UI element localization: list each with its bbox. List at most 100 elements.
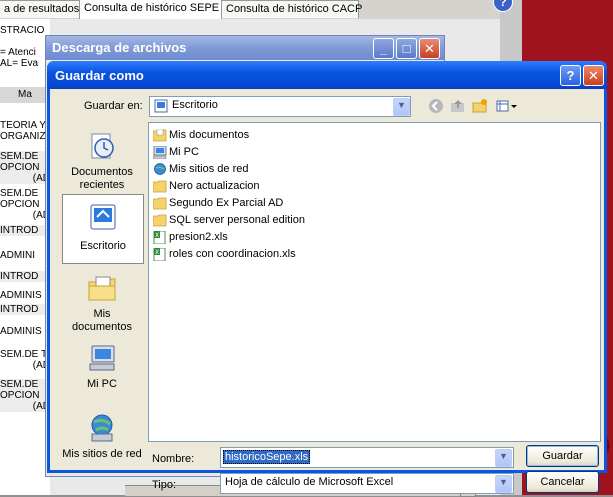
cancel-button[interactable]: Cancelar [526, 471, 599, 493]
download-close-button[interactable]: ✕ [419, 38, 440, 59]
computer-icon [153, 146, 167, 159]
table-cell: INTROD [0, 304, 50, 315]
table-cell: STRACIO [0, 25, 45, 36]
desktop-small-icon [154, 99, 168, 113]
file-name: Mis documentos [169, 129, 250, 141]
save-in-label: Guardar en: [84, 100, 143, 112]
place-network-places[interactable]: Mis sitios de red [62, 406, 142, 474]
tab-historico-cacp[interactable]: Consulta de histórico CACP [221, 0, 362, 18]
file-name: Nero actualizacion [169, 180, 260, 192]
file-type-value: Hoja de cálculo de Microsoft Excel [225, 476, 394, 488]
chevron-down-icon: ▼ [397, 100, 406, 110]
background-table-column: STRACIO = Atenci AL= Eva Ma TEORIA Y ORG… [0, 19, 50, 495]
close-icon: ✕ [588, 68, 599, 83]
desktop-icon [90, 204, 116, 230]
close-button[interactable]: ✕ [583, 65, 604, 86]
file-name: Mis sitios de red [169, 163, 249, 175]
save-in-dropdown-arrow[interactable]: ▼ [393, 98, 410, 116]
folder-icon [153, 214, 167, 227]
minimize-button[interactable]: _ [373, 38, 394, 59]
table-cell: OPCION [0, 199, 40, 210]
folder-icon [153, 180, 167, 193]
chevron-down-icon: ▼ [499, 477, 508, 487]
places-bar: Documentos recientes Escritorio Mis docu… [58, 122, 144, 467]
save-as-titlebar[interactable]: Guardar como ? ✕ [47, 61, 607, 89]
table-cell: INTROD [0, 271, 50, 282]
place-label: Mi PC [87, 378, 117, 390]
close-icon: ✕ [424, 41, 435, 56]
table-cell: TEORIA Y [0, 120, 46, 131]
table-cell: (AD [32, 210, 50, 221]
save-button[interactable]: Guardar [526, 445, 599, 467]
my-documents-icon [88, 276, 116, 301]
chevron-down-icon: ▼ [499, 451, 508, 461]
maximize-button[interactable]: □ [396, 38, 417, 59]
save-in-value: Escritorio [172, 99, 218, 111]
place-desktop[interactable]: Escritorio [62, 194, 144, 264]
table-cell: ORGANIZ [0, 131, 46, 142]
file-type-dropdown-arrow[interactable]: ▼ [495, 475, 512, 493]
filename-dropdown-arrow[interactable]: ▼ [495, 449, 512, 467]
up-folder-icon[interactable] [450, 98, 466, 114]
table-cell: OPCION [0, 390, 50, 401]
background-tab-bar: a de resultados Consulta de histórico SE… [0, 0, 500, 19]
table-cell: (AD [0, 401, 50, 412]
table-cell: INTROD [0, 225, 50, 236]
minimize-icon: _ [379, 41, 388, 56]
svg-text:X: X [155, 232, 159, 239]
save-as-dialog: Guardar como ? ✕ Guardar en: Escritorio … [47, 61, 607, 494]
help-icon: ? [566, 68, 575, 83]
tab-resultados[interactable]: a de resultados [0, 0, 81, 18]
new-folder-icon[interactable] [472, 98, 488, 114]
folder-icon [153, 197, 167, 210]
view-menu-icon[interactable] [496, 98, 518, 114]
excel-file-icon: X [153, 231, 166, 244]
help-button[interactable]: ? [560, 65, 581, 86]
folder-icon [153, 129, 167, 142]
back-icon[interactable] [428, 98, 444, 114]
file-list[interactable]: Mis documentos Mi PC Mis sitios de red N… [148, 122, 601, 442]
dialog-body: Guardar en: Escritorio ▼ Documentos reci… [50, 89, 604, 494]
table-cell: ADMINIS [0, 326, 42, 337]
filename-field[interactable]: historicoSepe.xls ▼ [220, 447, 514, 468]
download-window-title: Descarga de archivos [52, 40, 187, 55]
place-my-documents[interactable]: Mis documentos [62, 266, 142, 334]
table-cell: SEM.DE T [0, 349, 48, 360]
file-name: Mi PC [169, 146, 199, 158]
place-label: Documentos recientes [71, 166, 133, 191]
download-window-titlebar[interactable]: Descarga de archivos _ □ ✕ [46, 36, 444, 60]
network-places-icon [91, 414, 113, 442]
excel-file-icon: X [153, 248, 166, 261]
recent-documents-icon [91, 133, 114, 159]
save-in-dropdown[interactable]: Escritorio ▼ [149, 96, 411, 117]
table-cell: = Atenci [0, 47, 36, 58]
filename-label: Nombre: [152, 453, 195, 465]
table-cell: (AD [0, 173, 50, 184]
file-name: presion2.xls [169, 231, 228, 243]
place-my-computer[interactable]: Mi PC [62, 336, 142, 404]
file-name: SQL server personal edition [169, 214, 305, 226]
file-name: roles con coordinacion.xls [169, 248, 296, 260]
file-name: Segundo Ex Parcial AD [169, 197, 284, 209]
filename-value: historicoSepe.xls [223, 450, 311, 464]
table-cell: AL= Eva [0, 58, 39, 69]
place-recent-documents[interactable]: Documentos recientes [62, 124, 142, 192]
file-type-dropdown[interactable]: Hoja de cálculo de Microsoft Excel ▼ [220, 473, 514, 494]
table-cell: SEM.DE [0, 379, 50, 390]
my-computer-icon [89, 345, 115, 371]
place-label: Escritorio [80, 240, 126, 252]
tab-historico-sepe[interactable]: Consulta de histórico SEPE [79, 0, 222, 19]
table-cell: ADMINI [0, 250, 35, 261]
table-cell: SEM.DE [0, 151, 50, 162]
maximize-icon: □ [402, 41, 411, 56]
file-type-label: Tipo: [152, 479, 177, 491]
table-cell: (AD [32, 360, 50, 371]
table-cell: SEM.DE [0, 188, 39, 199]
network-icon [154, 163, 166, 175]
table-cell: OPCION [0, 162, 50, 173]
dialog-title: Guardar como [55, 68, 144, 83]
place-label: Mis sitios de red [62, 448, 142, 460]
place-label: Mis documentos [72, 308, 132, 333]
table-cell: ADMINIS [0, 290, 42, 301]
table-header: Ma [0, 87, 50, 103]
